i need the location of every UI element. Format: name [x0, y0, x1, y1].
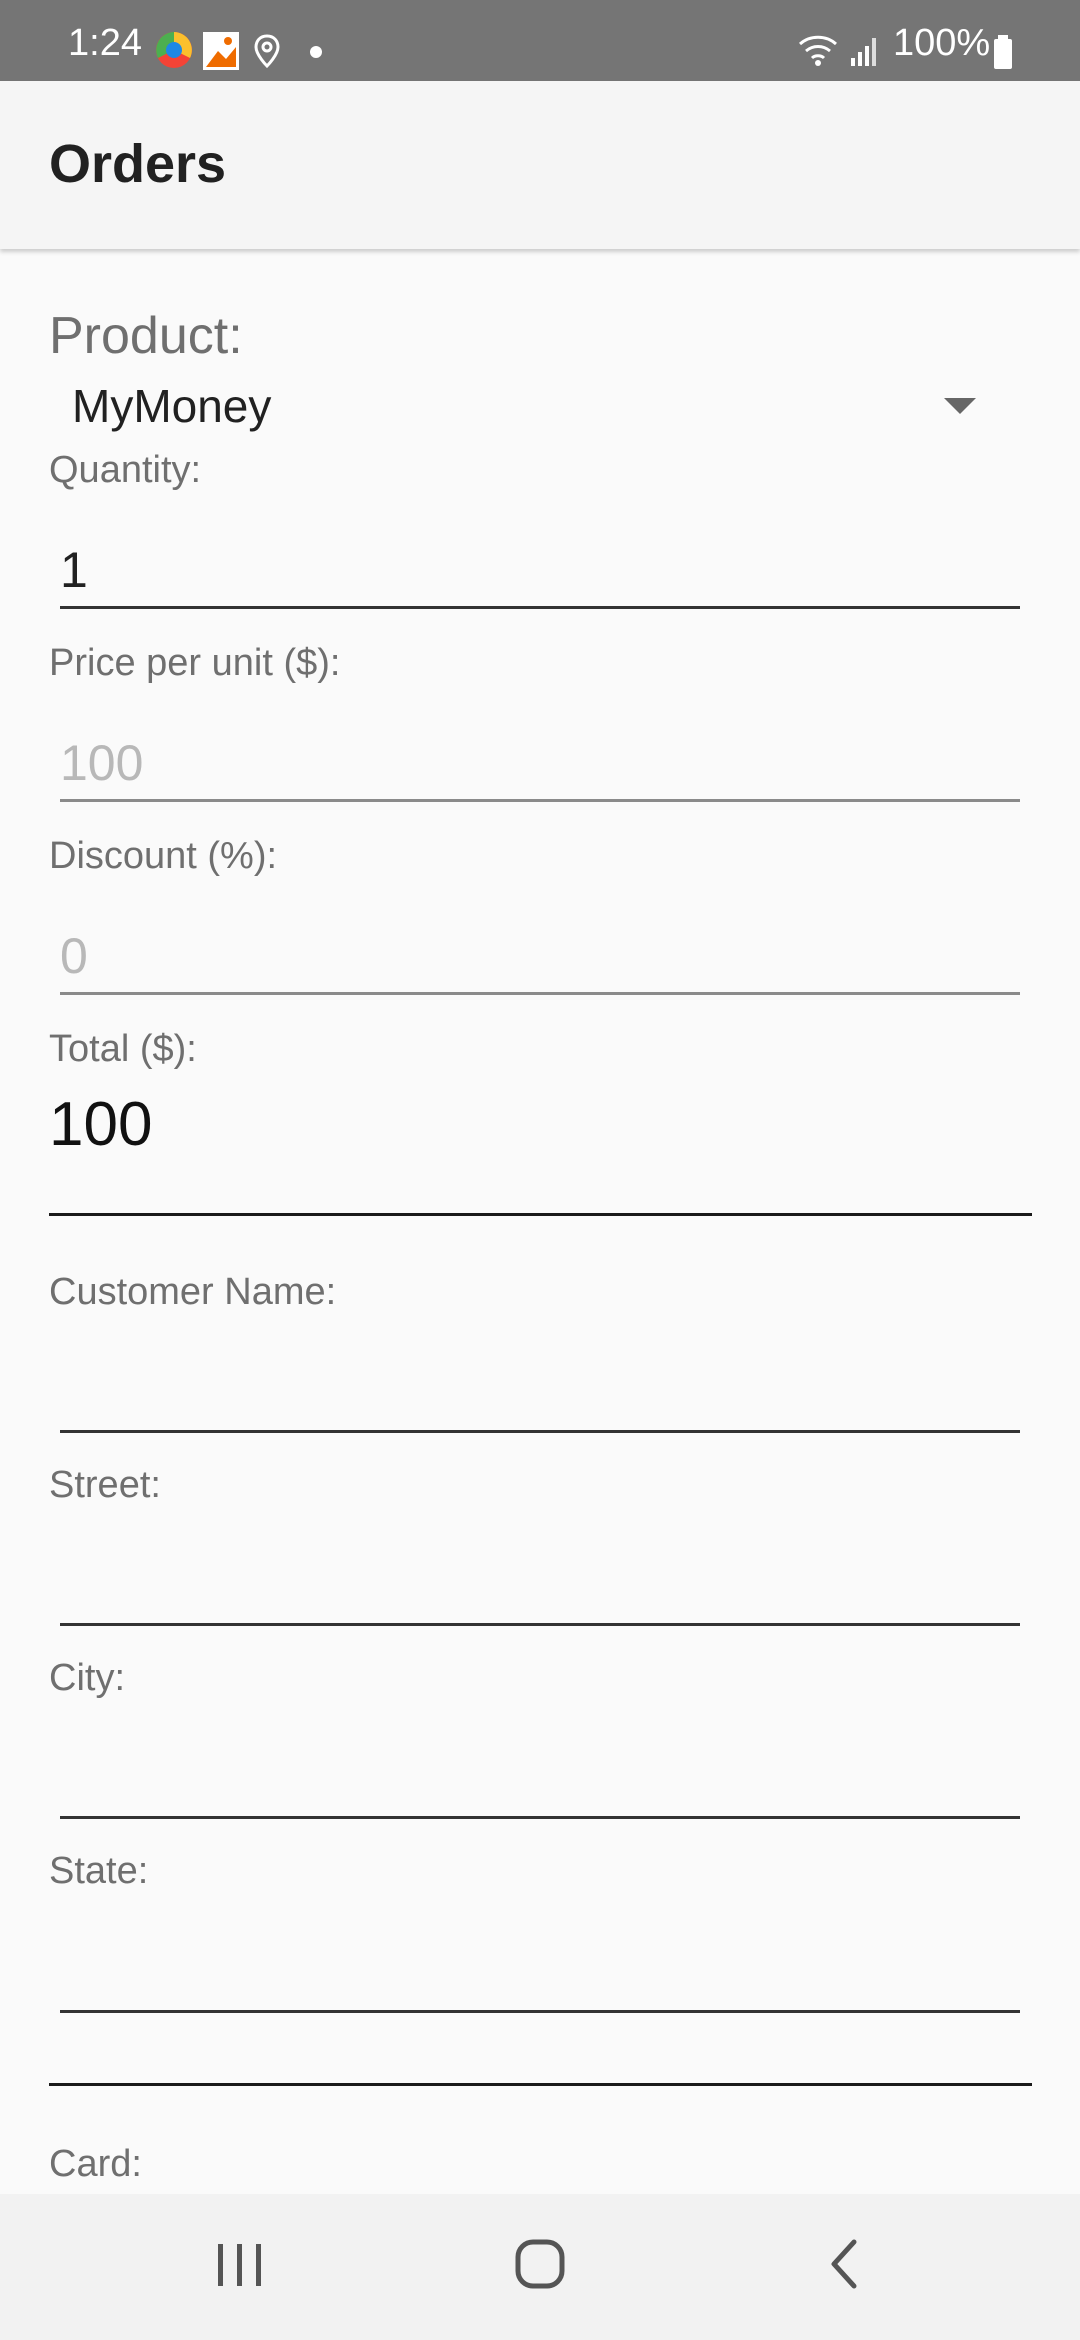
- price-underline: [60, 799, 1020, 802]
- street-label: Street:: [49, 1464, 161, 1506]
- customer-name-label: Customer Name:: [49, 1271, 337, 1313]
- discount-value: 0: [60, 928, 88, 984]
- quantity-value: 1: [60, 542, 88, 598]
- app-bar: Orders: [0, 81, 1080, 249]
- system-nav-bar: [0, 2194, 1080, 2340]
- street-underline: [60, 1623, 1020, 1626]
- total-value: 100: [49, 1090, 153, 1159]
- section-divider: [49, 1213, 1032, 1216]
- price-label: Price per unit ($):: [49, 642, 341, 684]
- signal-icon: [851, 38, 876, 66]
- status-bar: 1:24 100%: [0, 0, 1080, 81]
- quantity-input[interactable]: 1: [60, 519, 1020, 609]
- back-icon[interactable]: [820, 2234, 870, 2294]
- battery-icon: [994, 35, 1012, 69]
- section-divider: [49, 2083, 1032, 2086]
- product-select-value: MyMoney: [72, 380, 272, 432]
- quantity-underline: [60, 606, 1020, 609]
- recent-apps-icon[interactable]: [212, 2234, 268, 2294]
- discount-input[interactable]: 0: [60, 905, 1020, 995]
- browser-app-icon: [156, 32, 192, 68]
- wifi-icon: [798, 35, 838, 66]
- card-label: Card:: [49, 2143, 142, 2185]
- city-underline: [60, 1816, 1020, 1819]
- price-input[interactable]: 100: [60, 712, 1020, 802]
- discount-label: Discount (%):: [49, 835, 278, 877]
- status-time: 1:24: [68, 22, 142, 64]
- order-form: Product: MyMoney Quantity: 1 Price per u…: [0, 249, 1080, 2194]
- state-underline: [60, 2010, 1020, 2013]
- customer-name-input[interactable]: [60, 1343, 1020, 1433]
- page-title: Orders: [49, 134, 227, 194]
- price-value: 100: [60, 735, 144, 791]
- street-input[interactable]: [60, 1536, 1020, 1626]
- state-label: State:: [49, 1850, 149, 1892]
- quantity-label: Quantity:: [49, 449, 202, 491]
- state-input[interactable]: [60, 1923, 1020, 2013]
- city-input[interactable]: [60, 1729, 1020, 1819]
- city-label: City:: [49, 1657, 125, 1699]
- dot-icon: [310, 46, 322, 58]
- discount-underline: [60, 992, 1020, 995]
- battery-percent: 100%: [893, 22, 991, 64]
- location-icon: [254, 34, 280, 68]
- product-label: Product:: [49, 307, 243, 365]
- customer-name-underline: [60, 1430, 1020, 1433]
- photo-icon: [203, 32, 239, 70]
- home-icon[interactable]: [510, 2234, 570, 2294]
- chevron-down-icon: [944, 398, 976, 414]
- total-label: Total ($):: [49, 1028, 197, 1070]
